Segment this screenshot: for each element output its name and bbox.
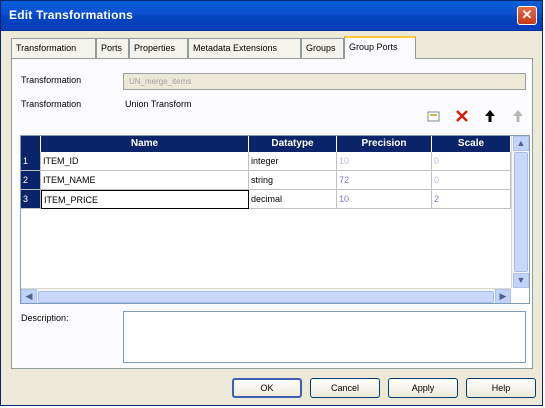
new-port-icon[interactable] [426, 109, 442, 125]
horizontal-scrollbar[interactable]: ◀ ▶ [21, 288, 511, 303]
tab-transformation[interactable]: Transformation [11, 38, 96, 58]
datatype-cell[interactable]: decimal [249, 190, 337, 209]
transformation-name-field[interactable]: UN_merge_items [123, 73, 526, 90]
close-icon: ✕ [521, 7, 533, 22]
precision-cell[interactable]: 10 [337, 152, 432, 171]
precision-cell[interactable]: 72 [337, 171, 432, 190]
transformation-type-label: Transformation [21, 99, 82, 109]
move-up-icon[interactable] [482, 109, 498, 125]
tab-groups[interactable]: Groups [301, 38, 344, 58]
tab-ports[interactable]: Ports [96, 38, 129, 58]
scroll-right-icon[interactable]: ▶ [495, 289, 511, 303]
close-button[interactable]: ✕ [517, 6, 537, 25]
description-field[interactable] [123, 311, 526, 363]
column-header-scale[interactable]: Scale [432, 136, 511, 152]
column-header-precision[interactable]: Precision [337, 136, 432, 152]
edit-transformations-dialog: Edit Transformations ✕ Transformation Po… [0, 0, 543, 406]
delete-icon[interactable] [454, 109, 470, 125]
datatype-cell[interactable]: string [249, 171, 337, 190]
scroll-left-icon[interactable]: ◀ [21, 289, 37, 303]
table-row[interactable]: 1 ITEM_ID integer 10 0 [21, 152, 511, 171]
help-button[interactable]: Help [466, 378, 536, 398]
scale-cell[interactable]: 0 [432, 171, 511, 190]
name-cell[interactable]: ITEM_NAME [41, 171, 249, 190]
transformation-label: Transformation [21, 75, 82, 85]
table-row[interactable]: 2 ITEM_NAME string 72 0 [21, 171, 511, 190]
cancel-button[interactable]: Cancel [310, 378, 380, 398]
row-number[interactable]: 2 [21, 171, 41, 190]
name-cell-selected[interactable]: ITEM_PRICE [41, 190, 249, 209]
table-row[interactable]: 3 ITEM_PRICE decimal 10 2 [21, 190, 511, 209]
horizontal-scroll-thumb[interactable] [38, 291, 494, 303]
title-bar[interactable]: Edit Transformations ✕ [1, 1, 542, 31]
description-label: Description: [21, 313, 69, 323]
tab-metadata-extensions[interactable]: Metadata Extensions [188, 38, 301, 58]
tab-group-ports[interactable]: Group Ports [344, 36, 416, 59]
scale-cell[interactable]: 2 [432, 190, 511, 209]
ports-grid[interactable]: Name Datatype Precision Scale 1 ITEM_ID … [20, 135, 530, 304]
vertical-scroll-thumb[interactable] [514, 152, 528, 272]
row-number[interactable]: 3 [21, 190, 41, 209]
window-title: Edit Transformations [9, 8, 134, 22]
ok-button[interactable]: OK [232, 378, 302, 398]
apply-button[interactable]: Apply [388, 378, 458, 398]
row-number[interactable]: 1 [21, 152, 41, 171]
scroll-down-icon[interactable]: ▼ [513, 273, 529, 288]
scroll-up-icon[interactable]: ▲ [513, 136, 529, 151]
precision-cell[interactable]: 10 [337, 190, 432, 209]
datatype-cell[interactable]: integer [249, 152, 337, 171]
scale-cell[interactable]: 0 [432, 152, 511, 171]
tab-properties[interactable]: Properties [129, 38, 188, 58]
name-cell[interactable]: ITEM_ID [41, 152, 249, 171]
vertical-scrollbar[interactable]: ▲ ▼ [511, 136, 529, 288]
row-number-header [21, 136, 41, 152]
transformation-type-value: Union Transform [125, 99, 192, 109]
column-header-datatype[interactable]: Datatype [249, 136, 337, 152]
move-down-icon[interactable] [510, 109, 526, 125]
column-header-name[interactable]: Name [41, 136, 249, 152]
